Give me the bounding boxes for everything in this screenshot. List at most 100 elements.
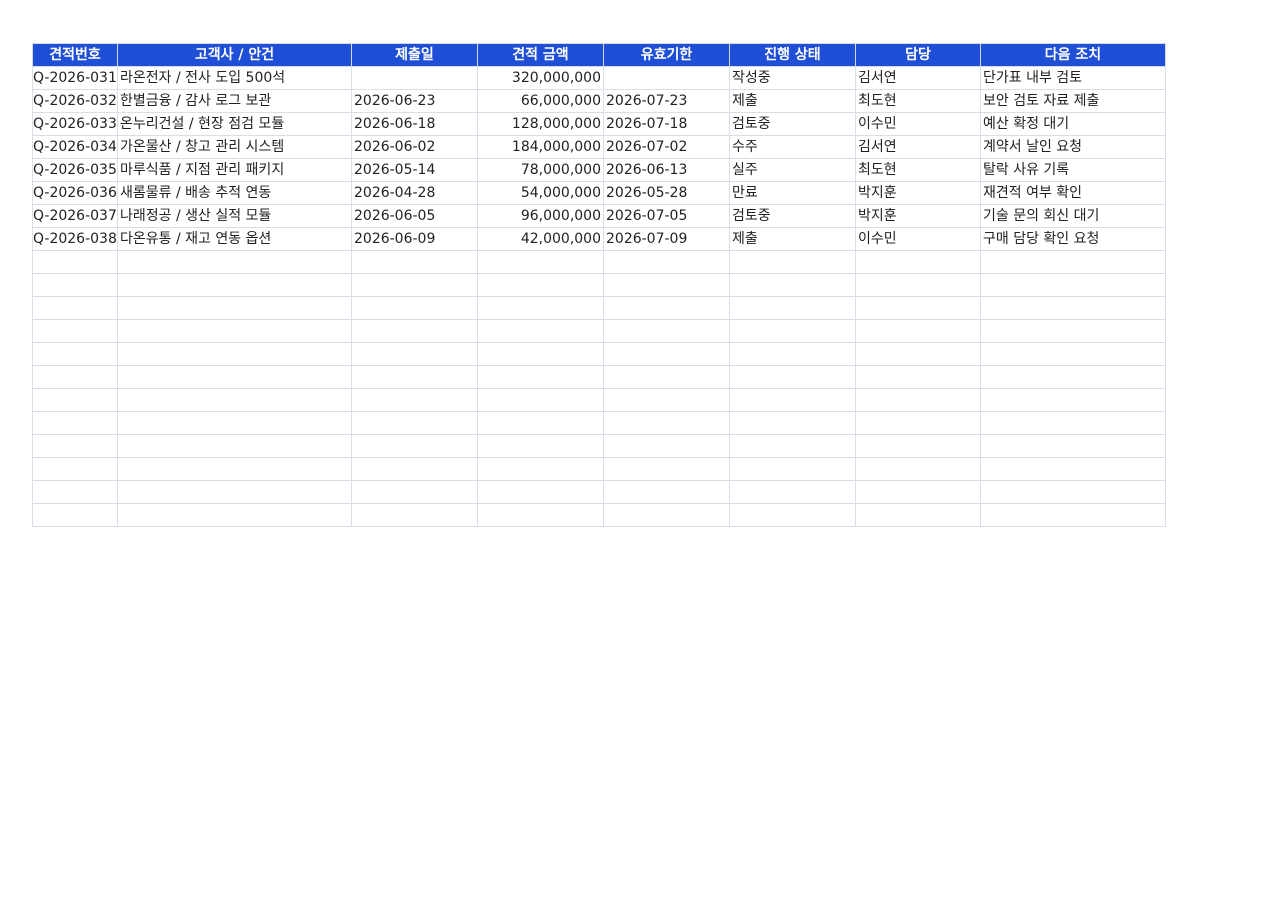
cell-owner[interactable]: 박지훈 xyxy=(855,204,981,228)
empty-cell[interactable] xyxy=(603,434,730,458)
cell-valid-until[interactable]: 2026-07-02 xyxy=(603,135,730,159)
cell-quote-no[interactable]: Q-2026-031 xyxy=(32,66,118,90)
cell-client-project[interactable]: 한별금융 / 감사 로그 보관 xyxy=(117,89,352,113)
cell-owner[interactable]: 박지훈 xyxy=(855,181,981,205)
cell-client-project[interactable]: 다온유통 / 재고 연동 옵션 xyxy=(117,227,352,251)
cell-owner[interactable]: 김서연 xyxy=(855,135,981,159)
empty-cell[interactable] xyxy=(477,503,604,527)
empty-cell[interactable] xyxy=(477,480,604,504)
empty-cell[interactable] xyxy=(729,411,856,435)
empty-cell[interactable] xyxy=(855,319,981,343)
empty-cell[interactable] xyxy=(117,365,352,389)
empty-cell[interactable] xyxy=(32,342,118,366)
empty-cell[interactable] xyxy=(351,503,478,527)
empty-cell[interactable] xyxy=(729,388,856,412)
empty-cell[interactable] xyxy=(729,434,856,458)
empty-cell[interactable] xyxy=(117,388,352,412)
empty-cell[interactable] xyxy=(980,319,1166,343)
empty-cell[interactable] xyxy=(729,457,856,481)
header-cell-client-project[interactable]: 고객사 / 안건 xyxy=(117,43,352,67)
cell-client-project[interactable]: 온누리건설 / 현장 점검 모듈 xyxy=(117,112,352,136)
empty-cell[interactable] xyxy=(351,296,478,320)
empty-cell[interactable] xyxy=(729,273,856,297)
empty-cell[interactable] xyxy=(603,273,730,297)
empty-cell[interactable] xyxy=(32,434,118,458)
empty-cell[interactable] xyxy=(477,273,604,297)
empty-cell[interactable] xyxy=(603,365,730,389)
cell-client-project[interactable]: 라온전자 / 전사 도입 500석 xyxy=(117,66,352,90)
empty-cell[interactable] xyxy=(477,365,604,389)
empty-cell[interactable] xyxy=(980,273,1166,297)
empty-cell[interactable] xyxy=(117,273,352,297)
empty-cell[interactable] xyxy=(855,342,981,366)
empty-cell[interactable] xyxy=(477,411,604,435)
empty-cell[interactable] xyxy=(980,503,1166,527)
empty-cell[interactable] xyxy=(980,434,1166,458)
empty-cell[interactable] xyxy=(117,342,352,366)
cell-next-action[interactable]: 재견적 여부 확인 xyxy=(980,181,1166,205)
empty-cell[interactable] xyxy=(117,250,352,274)
cell-submit-date[interactable]: 2026-06-18 xyxy=(351,112,478,136)
cell-submit-date[interactable]: 2026-05-14 xyxy=(351,158,478,182)
empty-cell[interactable] xyxy=(855,480,981,504)
empty-cell[interactable] xyxy=(477,434,604,458)
empty-cell[interactable] xyxy=(32,503,118,527)
cell-valid-until[interactable]: 2026-06-13 xyxy=(603,158,730,182)
empty-cell[interactable] xyxy=(477,250,604,274)
cell-status[interactable]: 제출 xyxy=(729,89,856,113)
cell-owner[interactable]: 최도현 xyxy=(855,158,981,182)
cell-owner[interactable]: 이수민 xyxy=(855,112,981,136)
empty-cell[interactable] xyxy=(603,296,730,320)
cell-status[interactable]: 만료 xyxy=(729,181,856,205)
cell-valid-until[interactable]: 2026-05-28 xyxy=(603,181,730,205)
empty-cell[interactable] xyxy=(603,319,730,343)
cell-client-project[interactable]: 가온물산 / 창고 관리 시스템 xyxy=(117,135,352,159)
header-cell-next-action[interactable]: 다음 조치 xyxy=(980,43,1166,67)
header-cell-owner[interactable]: 담당 xyxy=(855,43,981,67)
cell-next-action[interactable]: 예산 확정 대기 xyxy=(980,112,1166,136)
cell-valid-until[interactable]: 2026-07-18 xyxy=(603,112,730,136)
cell-owner[interactable]: 김서연 xyxy=(855,66,981,90)
empty-cell[interactable] xyxy=(477,457,604,481)
header-cell-status[interactable]: 진행 상태 xyxy=(729,43,856,67)
empty-cell[interactable] xyxy=(32,411,118,435)
cell-next-action[interactable]: 구매 담당 확인 요청 xyxy=(980,227,1166,251)
empty-cell[interactable] xyxy=(603,480,730,504)
empty-cell[interactable] xyxy=(980,480,1166,504)
cell-valid-until[interactable]: 2026-07-23 xyxy=(603,89,730,113)
cell-status[interactable]: 검토중 xyxy=(729,204,856,228)
cell-amount[interactable]: 78,000,000 xyxy=(477,158,604,182)
empty-cell[interactable] xyxy=(351,411,478,435)
cell-next-action[interactable]: 기술 문의 회신 대기 xyxy=(980,204,1166,228)
empty-cell[interactable] xyxy=(729,250,856,274)
empty-cell[interactable] xyxy=(117,296,352,320)
cell-amount[interactable]: 54,000,000 xyxy=(477,181,604,205)
header-cell-submit-date[interactable]: 제출일 xyxy=(351,43,478,67)
cell-amount[interactable]: 128,000,000 xyxy=(477,112,604,136)
empty-cell[interactable] xyxy=(855,388,981,412)
cell-amount[interactable]: 320,000,000 xyxy=(477,66,604,90)
cell-next-action[interactable]: 탈락 사유 기록 xyxy=(980,158,1166,182)
cell-amount[interactable]: 184,000,000 xyxy=(477,135,604,159)
cell-amount[interactable]: 66,000,000 xyxy=(477,89,604,113)
empty-cell[interactable] xyxy=(603,388,730,412)
empty-cell[interactable] xyxy=(855,273,981,297)
empty-cell[interactable] xyxy=(855,296,981,320)
cell-quote-no[interactable]: Q-2026-037 xyxy=(32,204,118,228)
cell-quote-no[interactable]: Q-2026-036 xyxy=(32,181,118,205)
cell-valid-until[interactable]: 2026-07-09 xyxy=(603,227,730,251)
cell-submit-date[interactable]: 2026-06-02 xyxy=(351,135,478,159)
empty-cell[interactable] xyxy=(477,296,604,320)
cell-quote-no[interactable]: Q-2026-038 xyxy=(32,227,118,251)
empty-cell[interactable] xyxy=(603,411,730,435)
empty-cell[interactable] xyxy=(729,503,856,527)
cell-quote-no[interactable]: Q-2026-035 xyxy=(32,158,118,182)
empty-cell[interactable] xyxy=(351,319,478,343)
empty-cell[interactable] xyxy=(351,250,478,274)
empty-cell[interactable] xyxy=(351,434,478,458)
empty-cell[interactable] xyxy=(729,342,856,366)
cell-submit-date[interactable]: 2026-06-05 xyxy=(351,204,478,228)
empty-cell[interactable] xyxy=(980,342,1166,366)
empty-cell[interactable] xyxy=(603,342,730,366)
empty-cell[interactable] xyxy=(32,388,118,412)
